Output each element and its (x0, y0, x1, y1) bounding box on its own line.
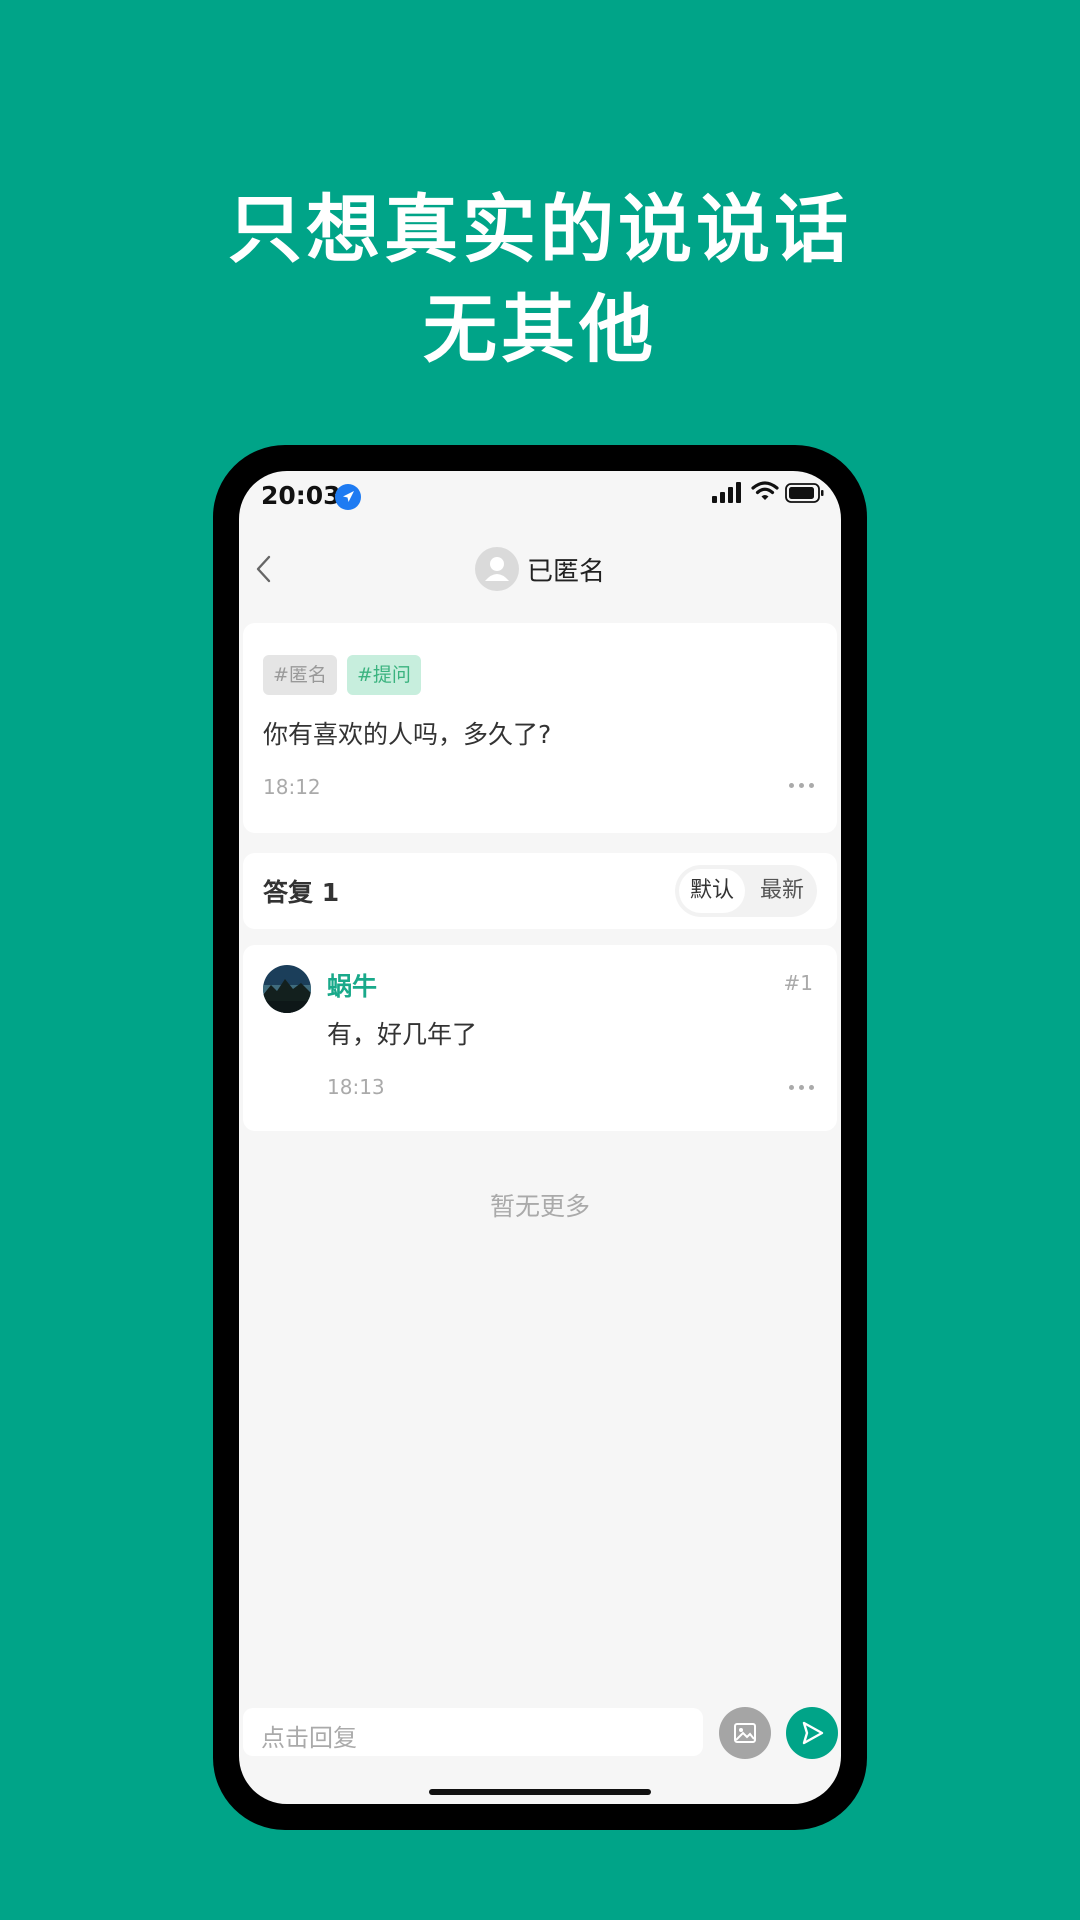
wifi-icon (751, 481, 779, 500)
cellular-signal-icon (712, 482, 741, 503)
image-upload-button[interactable] (719, 1707, 771, 1759)
user-avatar-icon (474, 547, 519, 591)
post-card: #匿名 #提问 你有喜欢的人吗，多久了? 18:12 (243, 623, 837, 833)
replies-count-label: 答复 1 (263, 878, 340, 907)
status-time: 20:03 (261, 481, 341, 510)
reply-input[interactable]: 点击回复 (243, 1708, 703, 1756)
avatar[interactable] (263, 965, 311, 1013)
send-button[interactable] (786, 1707, 838, 1759)
nav-title-group: 已匿名 (239, 547, 841, 591)
tag-question[interactable]: #提问 (347, 655, 421, 695)
sort-default-button[interactable]: 默认 (679, 869, 745, 913)
reply-time: 18:13 (327, 1075, 385, 1099)
battery-icon (785, 483, 824, 503)
headline-line-2: 无其他 (423, 287, 657, 373)
post-time: 18:12 (263, 775, 321, 799)
image-icon (734, 1723, 756, 1743)
status-bar: 20:03 (239, 471, 841, 526)
no-more-hint: 暂无更多 (489, 1192, 590, 1221)
location-arrow-icon (335, 484, 361, 510)
post-text: 你有喜欢的人吗，多久了? (263, 720, 552, 749)
reply-item: 蜗牛 #1 有，好几年了 18:13 (243, 945, 837, 1131)
promo-headline: 只想真实的说说话 无其他 (0, 180, 1080, 380)
reply-author[interactable]: 蜗牛 (327, 967, 377, 1003)
reply-input-placeholder: 点击回复 (261, 1724, 357, 1752)
replies-header: 答复 1 默认 最新 (243, 853, 837, 929)
nav-bar: 已匿名 (239, 531, 841, 611)
tag-anonymous[interactable]: #匿名 (263, 655, 337, 695)
send-icon (802, 1721, 824, 1745)
reply-text: 有，好几年了 (327, 1020, 478, 1049)
headline-line-1: 只想真实的说说话 (228, 187, 852, 273)
app-screen: 20:03 已匿名 #匿名 #提问 你有喜欢的人吗，多久了? 18:12 答复 … (239, 471, 841, 1804)
reply-floor-number: #1 (783, 971, 813, 995)
sort-toggle: 默认 最新 (675, 865, 817, 917)
home-indicator (429, 1789, 651, 1795)
sort-latest-button[interactable]: 最新 (751, 869, 813, 913)
phone-frame: 20:03 已匿名 #匿名 #提问 你有喜欢的人吗，多久了? 18:12 答复 … (213, 445, 867, 1830)
more-dots-icon[interactable] (789, 783, 817, 791)
more-dots-icon[interactable] (789, 1085, 817, 1093)
page-title: 已匿名 (526, 556, 605, 587)
